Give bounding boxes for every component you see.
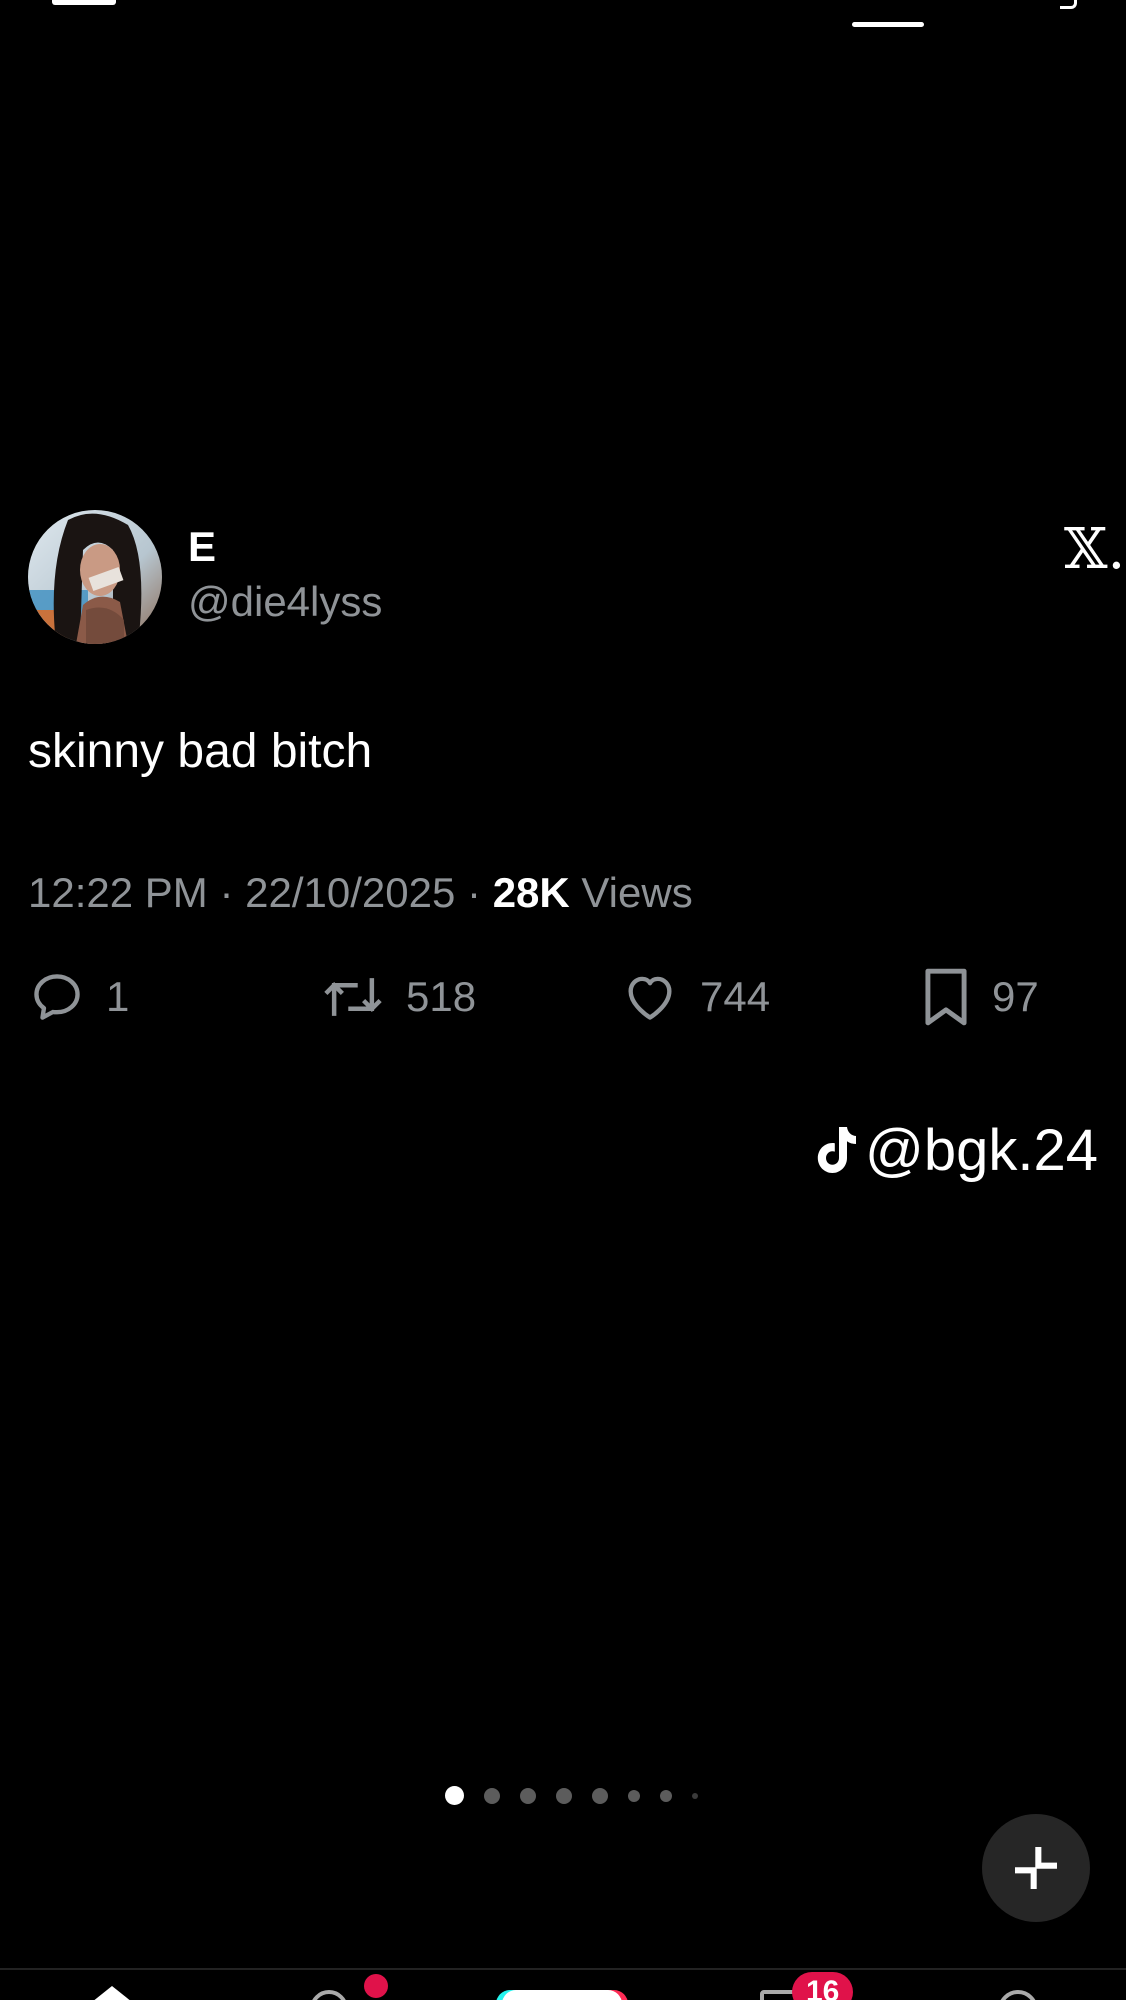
display-name[interactable]: E [188,522,216,572]
meta-separator: · [219,869,234,916]
carousel-pagination [445,1786,718,1805]
tweet-date: 22/10/2025 [245,869,456,916]
search-icon[interactable] [1060,0,1077,9]
heart-icon [628,976,672,1020]
tiktok-icon [817,1127,856,1173]
reply-button[interactable]: 1 [28,966,129,1028]
carousel-dot[interactable] [556,1787,572,1804]
watermark-handle: @bgk.24 [864,1118,1098,1183]
creator-watermark: @bgk.24 [811,1118,1098,1184]
notification-dot [364,1974,388,1998]
carousel-dot-active[interactable] [445,1786,464,1805]
screen: E @die4lyss 𝕏. skinny bad bitch 12:22 PM… [0,0,1126,2000]
collapse-icon [1015,1847,1057,1889]
tweet-meta: 12:22 PM · 22/10/2025 · 28K Views [28,866,693,920]
retweet-button[interactable]: 518 [320,966,476,1028]
carousel-dot[interactable] [520,1787,536,1804]
carousel-dot[interactable] [692,1792,698,1799]
reply-icon [34,974,80,1020]
x-logo-icon: 𝕏. [1064,517,1126,582]
home-icon[interactable] [92,1986,132,2000]
carousel-dot[interactable] [628,1789,640,1802]
bookmark-icon [925,968,967,1026]
carousel-dot[interactable] [592,1787,608,1804]
create-button[interactable] [502,1990,622,2000]
active-tab-indicator[interactable] [852,22,924,27]
inbox-badge: 16 [792,1972,854,2000]
like-count: 744 [700,973,771,1020]
tweet-text: skinny bad bitch [28,725,373,778]
top-left-indicator [52,0,116,5]
meta-separator: · [467,869,482,916]
bookmark-count: 97 [992,973,1039,1020]
views-label: Views [581,869,693,916]
bookmark-button[interactable]: 97 [920,966,1039,1028]
carousel-dot[interactable] [660,1789,672,1802]
carousel-dot[interactable] [484,1787,500,1804]
tweet-time: 12:22 PM [28,869,208,916]
user-handle[interactable]: @die4lyss [188,577,382,627]
reply-count: 1 [106,973,130,1020]
retweet-count: 518 [406,973,477,1020]
views-count: 28K [492,869,570,916]
retweet-icon [324,978,382,1016]
collapse-button[interactable] [982,1814,1090,1922]
like-button[interactable]: 744 [620,966,770,1028]
avatar [28,510,162,644]
